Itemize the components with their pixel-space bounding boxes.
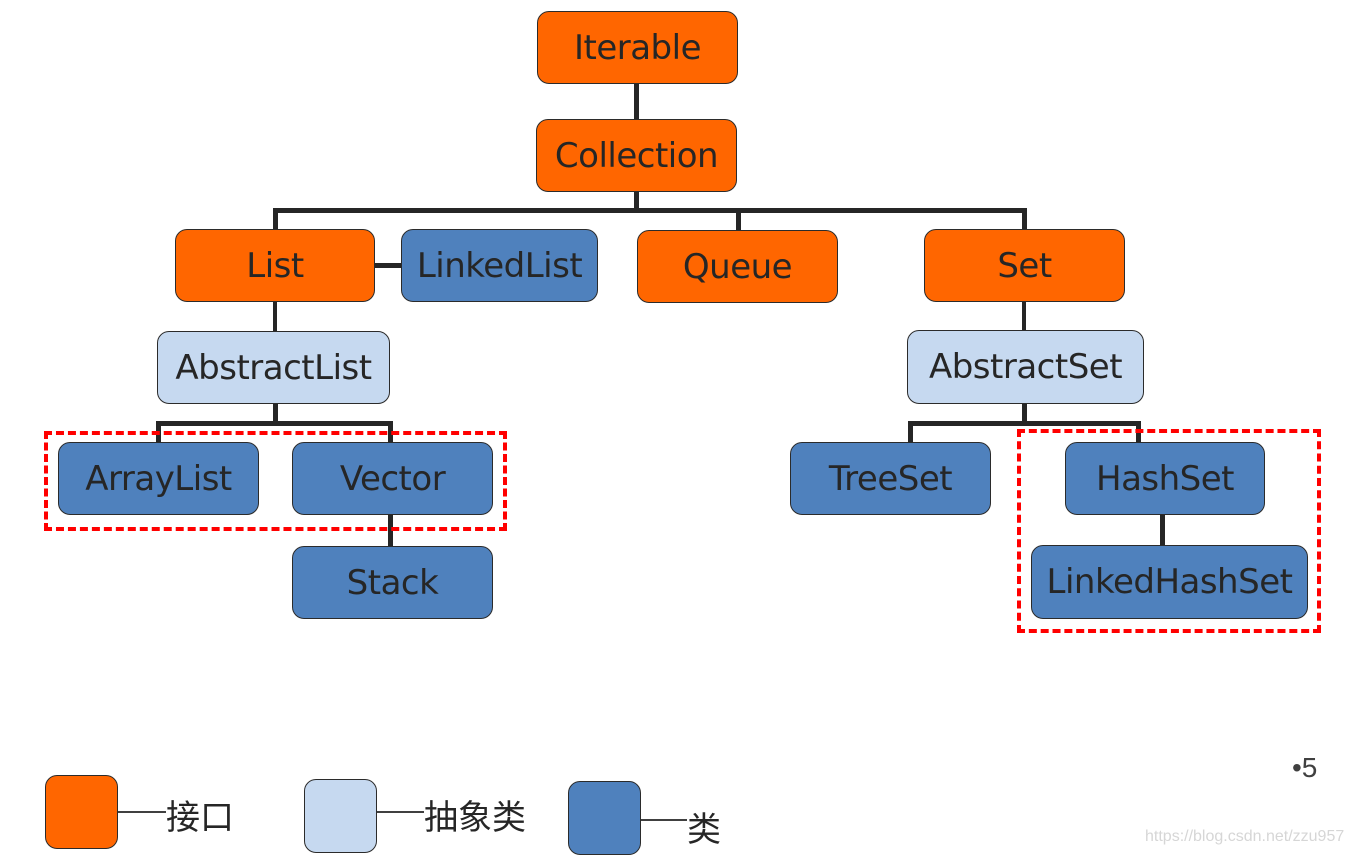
connector-set-abstractset (1022, 302, 1026, 332)
legend-label-abstract: 抽象类 (424, 798, 526, 838)
node-collection: Collection (536, 119, 737, 192)
node-label: Iterable (573, 27, 702, 68)
legend-swatch-abstract (304, 779, 377, 853)
connector-list-abstractlist (273, 302, 277, 332)
legend-swatch-interface (45, 775, 118, 849)
node-label: Collection (554, 135, 719, 176)
node-queue: Queue (637, 230, 838, 303)
node-linkedlist: LinkedList (401, 229, 598, 302)
legend-line-class (641, 819, 687, 821)
node-label: Set (997, 245, 1052, 286)
node-label: AbstractList (175, 347, 372, 388)
node-treeset: TreeSet (790, 442, 991, 515)
connector-to-queue (736, 208, 741, 232)
node-label: List (246, 245, 304, 286)
node-label: TreeSet (828, 458, 953, 499)
connector-to-treeset (908, 421, 913, 443)
node-list: List (175, 229, 375, 302)
node-stack: Stack (292, 546, 493, 619)
page-number: •5 (1292, 752, 1318, 783)
legend-swatch-class (568, 781, 641, 855)
connector-iterable-collection (634, 84, 639, 120)
legend-line-abstract (377, 811, 424, 813)
highlight-box-list-implementations (44, 431, 507, 531)
connector-list-linkedlist (374, 263, 402, 268)
node-abstractset: AbstractSet (907, 330, 1144, 404)
node-label: Queue (682, 246, 793, 287)
connector-row2-bus (273, 208, 1027, 213)
node-label: AbstractSet (928, 347, 1123, 387)
legend-label-class: 类 (687, 810, 721, 850)
connector-abstractset-bus (908, 421, 1141, 426)
legend-line-interface (118, 811, 166, 813)
watermark: https://blog.csdn.net/zzu957 (1145, 828, 1345, 845)
node-label: LinkedList (416, 245, 583, 286)
node-set: Set (924, 229, 1125, 302)
highlight-box-hashset-family (1017, 429, 1321, 633)
node-abstractlist: AbstractList (157, 331, 390, 404)
legend-label-interface: 接口 (166, 798, 234, 838)
node-label: Stack (346, 562, 439, 603)
connector-abstractlist-bus (156, 421, 393, 426)
node-iterable: Iterable (537, 11, 738, 84)
